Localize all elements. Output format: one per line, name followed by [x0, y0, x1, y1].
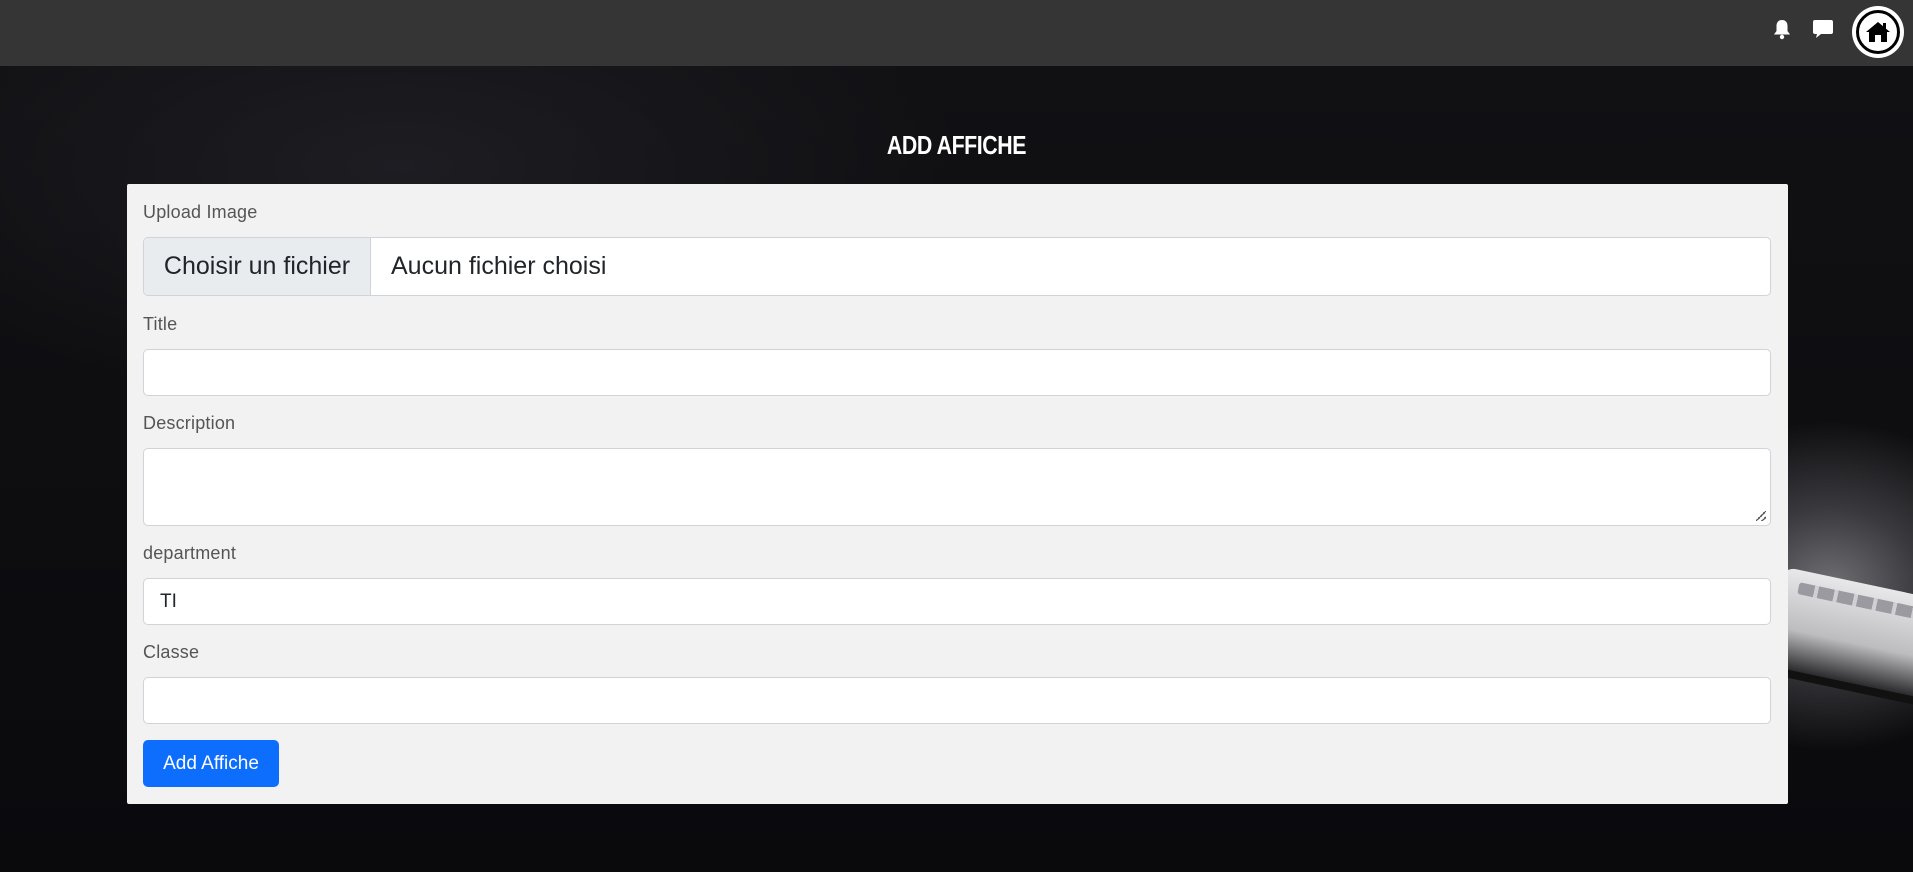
title-input[interactable]	[143, 349, 1771, 396]
department-label: department	[143, 543, 237, 563]
title-label: Title	[143, 314, 178, 334]
resize-handle-icon[interactable]	[1756, 511, 1766, 521]
add-affiche-form: Upload Image Choisir un fichier Aucun fi…	[127, 184, 1788, 804]
home-icon	[1856, 10, 1900, 54]
file-upload-input[interactable]: Choisir un fichier Aucun fichier choisi	[143, 237, 1771, 296]
choose-file-button[interactable]: Choisir un fichier	[144, 238, 371, 295]
classe-label: Classe	[143, 642, 200, 662]
upload-image-label: Upload Image	[143, 202, 258, 222]
classe-input[interactable]	[143, 677, 1771, 724]
bell-icon[interactable]	[1773, 18, 1791, 40]
add-affiche-button[interactable]: Add Affiche	[143, 740, 279, 787]
home-button[interactable]	[1852, 6, 1904, 58]
description-label: Description	[143, 413, 236, 433]
top-navbar	[0, 0, 1913, 66]
department-input[interactable]: TI	[143, 578, 1771, 625]
description-textarea[interactable]	[143, 448, 1771, 526]
file-status-text: Aucun fichier choisi	[391, 252, 607, 280]
page-title: ADD AFFICHE	[886, 130, 1027, 160]
chat-icon[interactable]	[1812, 18, 1834, 40]
